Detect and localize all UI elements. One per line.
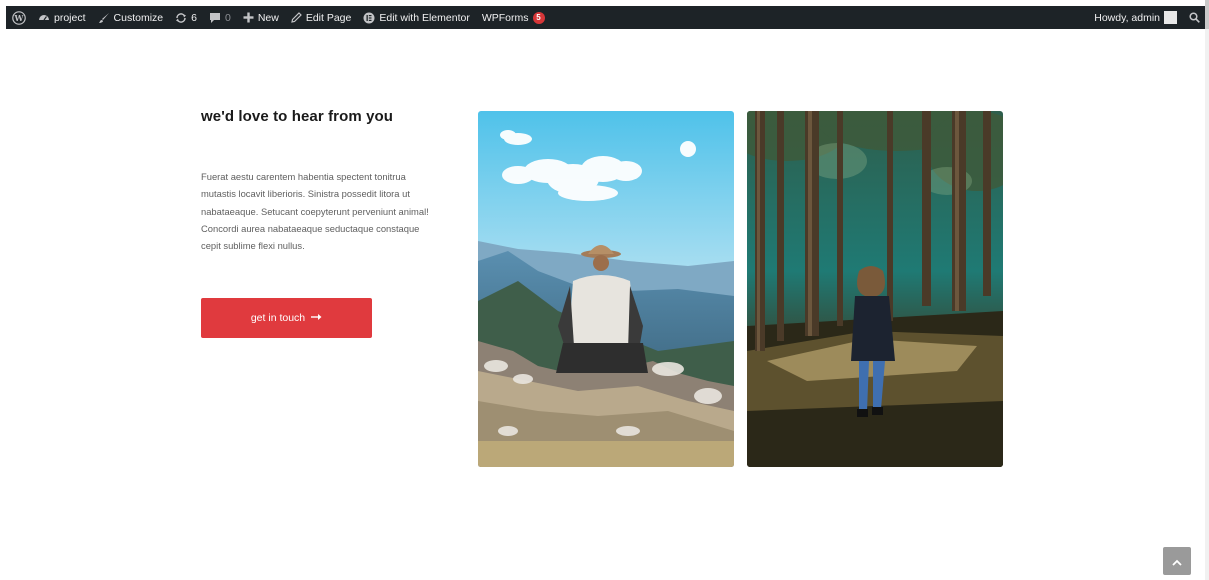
new-content-link[interactable]: New (237, 6, 285, 29)
my-account-link[interactable]: Howdy, admin (1088, 6, 1183, 29)
search-icon (1189, 12, 1200, 23)
avatar (1164, 11, 1177, 24)
updates-count: 6 (191, 11, 197, 24)
customize-label: Customize (113, 11, 164, 24)
chevron-up-icon (1172, 554, 1182, 569)
section-description: Fuerat aestu carentem habentia spectent … (201, 171, 429, 252)
site-name: project (54, 11, 86, 24)
new-label: New (257, 11, 279, 24)
customize-link[interactable]: Customize (92, 6, 170, 29)
back-to-top-button[interactable] (1163, 547, 1191, 575)
brush-icon (98, 12, 110, 24)
dashboard-icon (38, 12, 50, 24)
wpforms-label: WPForms (481, 11, 529, 24)
admin-bar-site-link[interactable]: project (32, 6, 92, 29)
wpforms-link[interactable]: WPForms 5 (476, 6, 551, 29)
wpforms-notification-badge: 5 (532, 11, 545, 24)
svg-text:W: W (14, 13, 25, 23)
forest-walk-photo (747, 111, 1003, 467)
wordpress-logo-icon[interactable]: W (6, 6, 32, 29)
comments-link[interactable]: 0 (203, 6, 237, 29)
section-heading: we'd love to hear from you (201, 108, 394, 125)
edit-page-label: Edit Page (305, 11, 352, 24)
arrow-right-icon (311, 312, 322, 324)
plus-icon (243, 12, 254, 23)
elementor-icon (363, 12, 375, 24)
get-in-touch-label: get in touch (250, 312, 306, 324)
comments-icon (209, 12, 221, 24)
pencil-icon (291, 12, 302, 23)
edit-page-link[interactable]: Edit Page (285, 6, 358, 29)
hiker-mountain-photo (478, 111, 734, 467)
page-scrollbar-thumb[interactable] (1205, 0, 1209, 29)
get-in-touch-button[interactable]: get in touch (201, 298, 372, 338)
comments-count: 0 (224, 11, 231, 24)
page-scrollbar-track[interactable] (1205, 0, 1209, 580)
account-greeting: Howdy, admin (1094, 11, 1160, 24)
admin-bar: W project Customize 6 0 New Edit Page Ed… (6, 6, 1206, 29)
updates-link[interactable]: 6 (169, 6, 203, 29)
admin-search-button[interactable] (1183, 6, 1206, 29)
edit-with-elementor-link[interactable]: Edit with Elementor (357, 6, 475, 29)
updates-icon (175, 12, 187, 24)
elementor-label: Edit with Elementor (379, 11, 470, 24)
